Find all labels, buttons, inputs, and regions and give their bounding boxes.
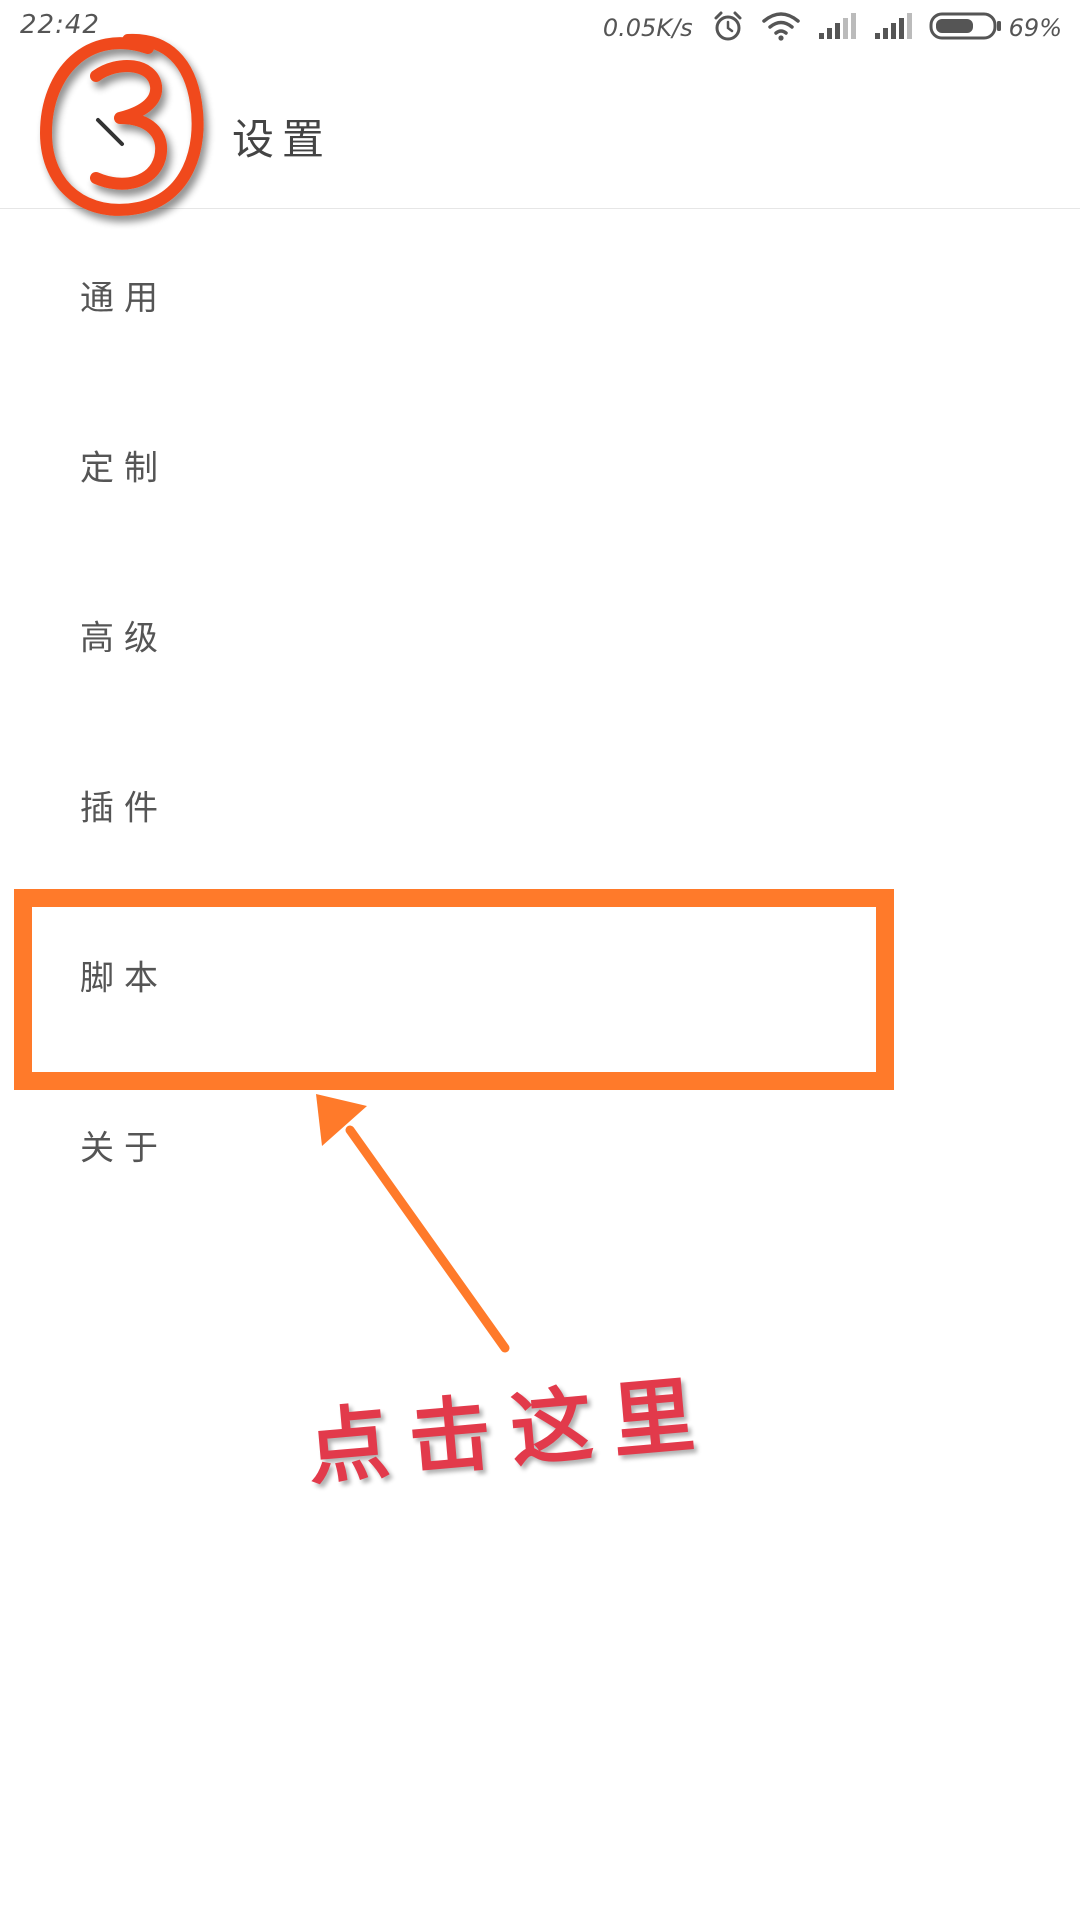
hint-arrow [300,1080,530,1360]
menu-item-label: 定制 [80,448,168,489]
menu-item-label: 通用 [80,278,168,319]
arrow-icon [316,1094,510,1353]
hint-text: 点击这里 [303,1365,719,1498]
battery-percent: 69% [1008,14,1062,42]
page-title: 设置 [232,115,333,164]
battery-icon [929,12,1003,44]
alarm-icon [711,9,745,47]
menu-item-label: 插件 [80,788,168,829]
network-speed: 0.05K/s [602,14,693,42]
menu-item-general[interactable]: 通用 [0,210,1080,380]
menu-item-advanced[interactable]: 高级 [0,550,1080,720]
menu-item-customize[interactable]: 定制 [0,380,1080,550]
wifi-icon [761,10,801,46]
menu-item-scripts[interactable]: 脚本 [0,890,1080,1060]
circled-number-icon [40,33,204,216]
menu-item-plugins[interactable]: 插件 [0,720,1080,890]
status-icons: 0.05K/s 69% [603,8,1062,48]
signal-icon [873,11,913,45]
menu-item-about[interactable]: 关于 [0,1060,1080,1230]
menu-item-label: 脚本 [80,958,168,999]
menu-item-label: 高级 [80,618,168,659]
step-number-annotation [28,18,218,233]
signal-icon [817,11,857,45]
menu-item-label: 关于 [80,1128,168,1169]
